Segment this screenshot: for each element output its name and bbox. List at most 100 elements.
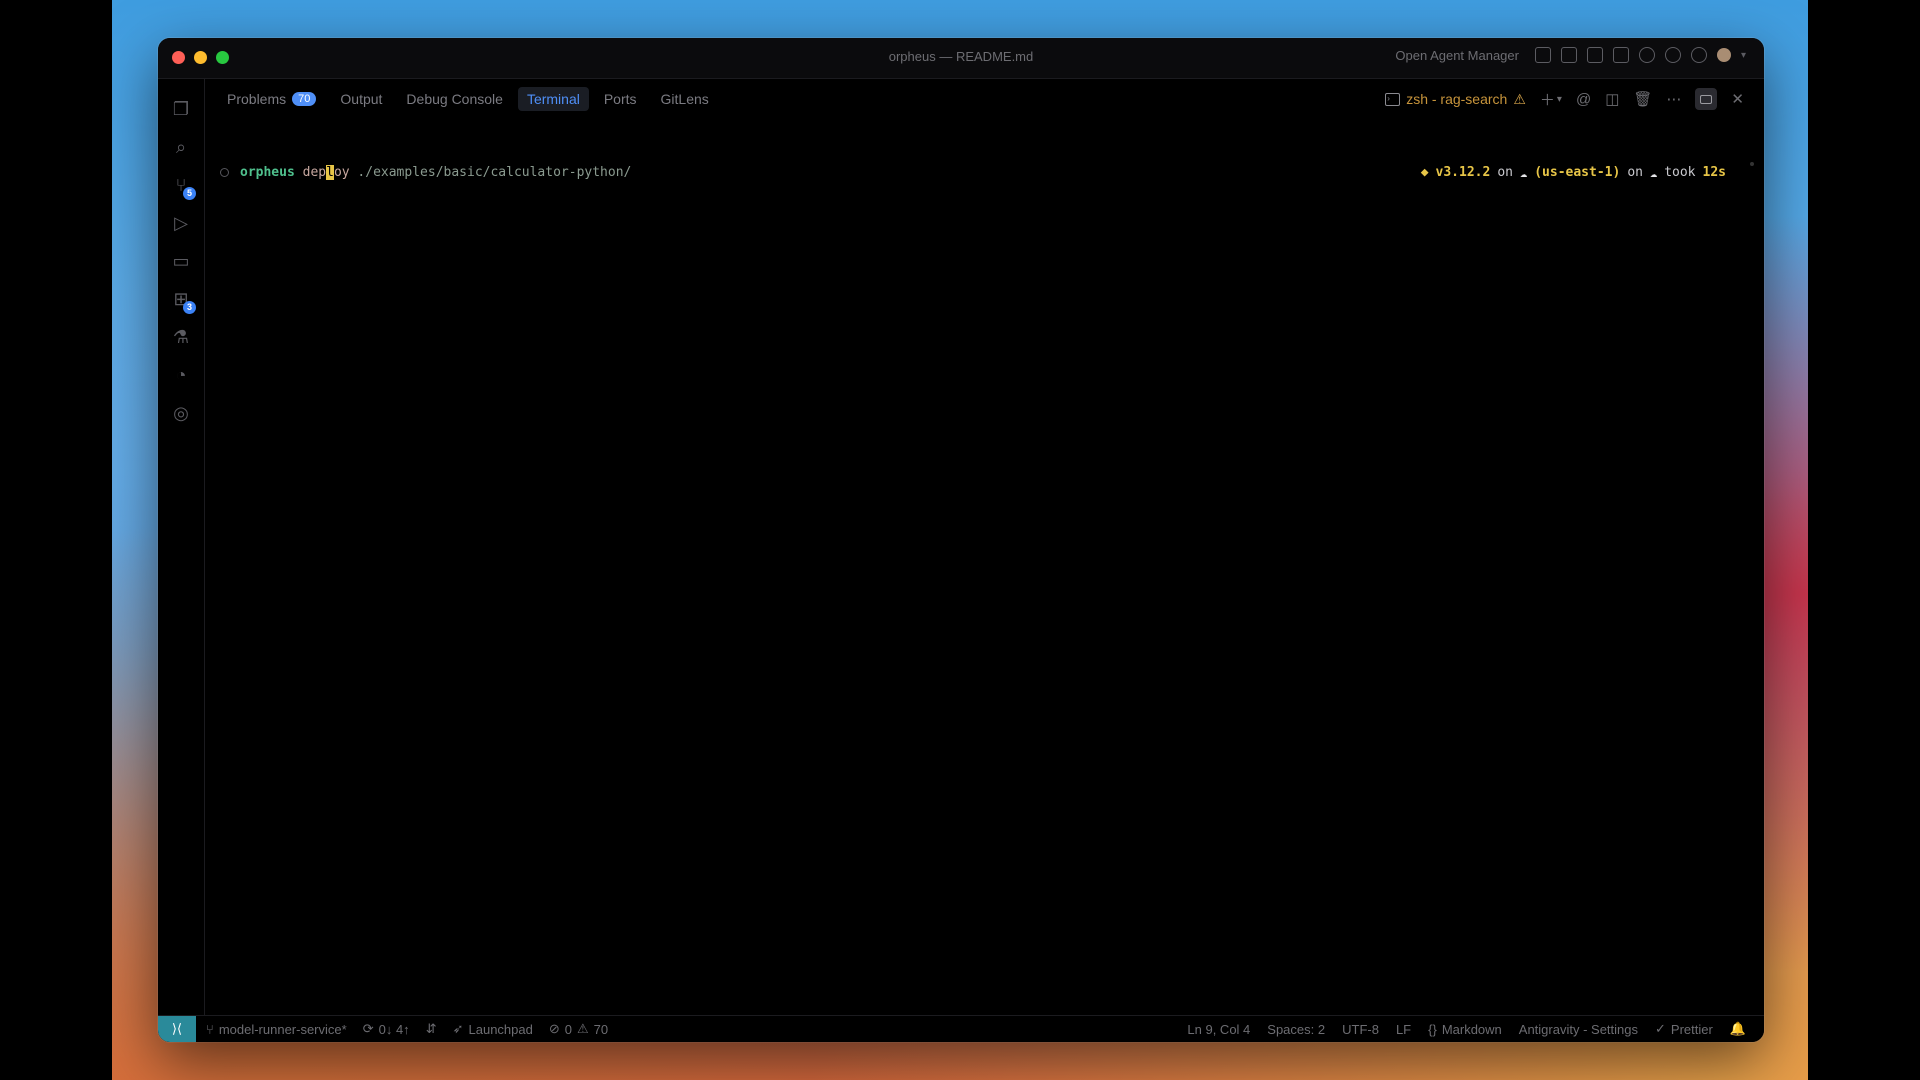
language-mode[interactable]: {} Markdown	[1428, 1022, 1502, 1037]
rocket-icon: ➶	[452, 1021, 464, 1036]
tab-debug-console[interactable]: Debug Console	[397, 87, 512, 111]
terminal-selector[interactable]: › zsh - rag-search ⚠	[1385, 91, 1526, 108]
sync-icon: ⟳	[362, 1021, 374, 1036]
activity-bar: ❐ ⌕ ⑂ 5 ▷ ▭ ⊞ 3 ⚗ ◔ ◎	[158, 79, 205, 1016]
search-icon[interactable]	[1638, 47, 1655, 63]
tab-label: Ports	[603, 91, 637, 107]
cursor-position[interactable]: Ln 9, Col 4	[1187, 1022, 1250, 1037]
launchpad-status[interactable]: ➶ Launchpad	[453, 1021, 533, 1037]
branch-compare-icon[interactable]: ⇵	[426, 1021, 437, 1037]
remote-indicator-icon[interactable]: ⟩⟨	[158, 1016, 196, 1042]
gear-icon[interactable]	[1690, 47, 1707, 63]
status-bar: ⟩⟨ ⑂ model-runner-service* ⟳ 0↓ 4↑ ⇵ ➶ Laun…	[158, 1015, 1764, 1042]
command-path: ./examples/basic/calculator-python/	[357, 165, 632, 180]
tab-label: Problems	[227, 91, 287, 107]
right-prompt: ◆ v3.12.2 on ☁ (us-east-1) on ☁ took 12s	[1421, 165, 1726, 180]
tab-problems[interactable]: Problems 70	[218, 87, 325, 111]
remote-explorer-icon[interactable]: ▭	[169, 249, 193, 273]
terminal-icon: ›	[1385, 92, 1401, 106]
testing-flask-icon[interactable]: ⚗	[169, 325, 193, 349]
command-name: orpheus	[240, 165, 295, 180]
panel-tabs: Problems 70 Output Debug Console Termina…	[218, 86, 718, 112]
sync-counts: 0↓ 4↑	[378, 1021, 410, 1037]
sync-status[interactable]: ⟳ 0↓ 4↑	[363, 1021, 410, 1037]
warning-icon[interactable]: ⚠	[1513, 91, 1526, 108]
problems-status[interactable]: ⊘ 0 ⚠ 70	[549, 1021, 608, 1037]
on-label: on	[1497, 165, 1513, 180]
layout-grid-icon[interactable]	[1534, 47, 1551, 63]
timeline-icon[interactable]: ◔	[169, 363, 193, 387]
maximize-panel-button[interactable]	[1695, 88, 1718, 110]
tab-label: Terminal	[526, 91, 580, 107]
maximize-icon	[1700, 94, 1713, 104]
open-agent-manager-button[interactable]: Open Agent Manager	[1395, 48, 1519, 63]
accounts-icon[interactable]	[1664, 47, 1681, 63]
tab-ports[interactable]: Ports	[595, 87, 646, 111]
chevron-down-icon[interactable]: ▾	[1741, 50, 1746, 61]
git-branch-icon: ⑂	[206, 1021, 214, 1037]
new-terminal-plus-icon[interactable]: ＋	[1540, 89, 1555, 110]
indentation[interactable]: Spaces: 2	[1267, 1022, 1325, 1037]
gitlens-icon[interactable]: ◎	[169, 401, 193, 425]
prompt-line: orpheus dep l oy ./examples/basic/calculat…	[220, 165, 631, 180]
braces-icon: {}	[1428, 1021, 1437, 1037]
cloud-icon: ☁	[1649, 165, 1658, 180]
tab-label: Output	[340, 91, 383, 107]
status-bar-right: Ln 9, Col 4 Spaces: 2 UTF-8 LF {} Markdow…	[1187, 1021, 1746, 1037]
error-icon: ⊘	[548, 1021, 560, 1036]
extensions-icon[interactable]: ⊞ 3	[169, 287, 196, 314]
source-control-badge: 5	[183, 187, 196, 200]
command-arg-end: oy	[333, 165, 350, 180]
antigravity-settings[interactable]: Antigravity - Settings	[1519, 1022, 1638, 1037]
trash-icon[interactable]: 🗑	[1633, 90, 1652, 108]
terminal-view[interactable]: orpheus dep l oy ./examples/basic/calculat…	[204, 120, 1764, 1016]
branch-status[interactable]: ⑂ model-runner-service*	[206, 1022, 347, 1037]
close-panel-icon[interactable]: ✕	[1731, 90, 1744, 108]
launchpad-label: Launchpad	[468, 1021, 533, 1037]
error-count: 0	[564, 1021, 572, 1037]
title-bar-actions: Open Agent Manager ▾	[1395, 47, 1746, 63]
toggle-sidebar-icon[interactable]	[1560, 47, 1577, 63]
prettier-label: Prettier	[1670, 1021, 1713, 1037]
warning-icon: ⚠	[576, 1021, 589, 1036]
tab-label: Debug Console	[406, 91, 503, 107]
language-label: Markdown	[1441, 1021, 1502, 1037]
terminal-cursor: l	[326, 165, 334, 180]
tab-output[interactable]: Output	[331, 87, 391, 111]
tab-label: GitLens	[660, 91, 709, 107]
source-control-icon[interactable]: ⑂ 5	[169, 173, 196, 200]
encoding[interactable]: UTF-8	[1342, 1022, 1379, 1037]
explorer-icon[interactable]: ❐	[169, 97, 193, 121]
tab-gitlens[interactable]: GitLens	[652, 87, 718, 111]
terminal-name: zsh - rag-search	[1406, 91, 1508, 107]
check-icon: ✓	[1655, 1021, 1666, 1036]
avatar[interactable]	[1716, 48, 1731, 62]
python-version: v3.12.2	[1435, 165, 1491, 180]
toggle-panel-icon[interactable]	[1586, 47, 1603, 63]
on-label: on	[1627, 165, 1643, 180]
tab-terminal[interactable]: Terminal	[517, 87, 589, 111]
split-terminal-icon[interactable]: ◫	[1605, 90, 1619, 108]
extensions-badge: 3	[183, 301, 196, 314]
aws-region: (us-east-1)	[1534, 165, 1621, 180]
prettier-status[interactable]: ✓ Prettier	[1655, 1021, 1713, 1037]
search-icon[interactable]: ⌕	[169, 135, 193, 159]
more-actions-icon[interactable]: ⋯	[1666, 90, 1681, 108]
line-ending[interactable]: LF	[1396, 1022, 1411, 1037]
chevron-down-icon[interactable]: ▾	[1557, 94, 1562, 105]
command-arg-start: dep	[302, 165, 327, 180]
notifications-bell-icon[interactable]: 🔔	[1730, 1021, 1746, 1037]
warning-count: 70	[593, 1021, 609, 1037]
problems-count-badge: 70	[292, 92, 317, 106]
editor-window: orpheus — README.md Open Agent Manager ▾…	[158, 38, 1764, 1042]
title-bar: orpheus — README.md Open Agent Manager ▾	[158, 38, 1764, 79]
python-icon: ◆	[1420, 165, 1429, 180]
toggle-secondary-sidebar-icon[interactable]	[1612, 47, 1629, 63]
command-duration: 12s	[1702, 165, 1726, 180]
took-label: took	[1664, 165, 1696, 180]
at-mention-icon[interactable]: @	[1576, 91, 1591, 108]
panel-actions: › zsh - rag-search ⚠ ＋ ▾ @ ◫ 🗑 ⋯ ✕	[1385, 86, 1744, 112]
branch-name: model-runner-service*	[218, 1021, 347, 1037]
run-debug-icon[interactable]: ▷	[169, 211, 193, 235]
scrollbar[interactable]	[1750, 162, 1754, 166]
